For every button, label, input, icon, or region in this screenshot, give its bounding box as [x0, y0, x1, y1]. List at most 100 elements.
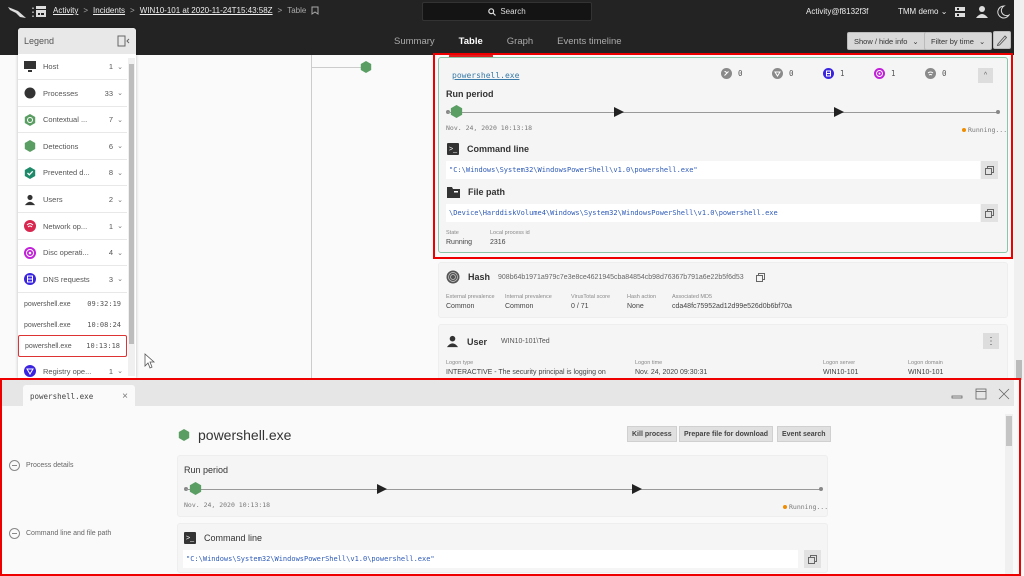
legend-scrollbar[interactable] [128, 58, 135, 376]
host-menu-icon[interactable] [35, 5, 47, 18]
state-field: State Running [446, 230, 472, 246]
process-link[interactable]: powershell.exe [452, 71, 519, 80]
stat-registry[interactable]: 0 [772, 68, 823, 79]
legend-item-count: 1 [108, 62, 113, 71]
field-value: Common [505, 303, 534, 310]
collapse-panel-icon[interactable] [117, 35, 130, 47]
process-node-icon[interactable] [360, 61, 372, 73]
chevron-down-icon[interactable]: ⌄ [113, 142, 127, 150]
timeline-arrow-icon [834, 107, 844, 117]
dark-mode-icon[interactable] [996, 5, 1010, 19]
legend-item-prevented-d[interactable]: Prevented d... 8 ⌄ [18, 160, 127, 187]
scrollbar-thumb[interactable] [129, 64, 134, 344]
search-button[interactable]: Search [422, 2, 592, 21]
bookmark-icon[interactable] [311, 6, 319, 15]
hash-field: Internal prevalence Common [505, 294, 552, 310]
legend-item-label: DNS requests [43, 274, 90, 284]
account-name[interactable]: Activity@f8132f3f [806, 7, 868, 16]
legend-item-users[interactable]: Users 2 ⌄ [18, 187, 127, 213]
copy-file-path-button[interactable] [981, 204, 998, 222]
chevron-down-icon[interactable]: ⌄ [113, 367, 127, 375]
field-label: Associated MD5 [672, 294, 713, 300]
chevron-down-icon[interactable]: ⌄ [113, 196, 127, 204]
command-line-value[interactable]: "C:\Windows\System32\WindowsPowerShell\v… [446, 161, 980, 179]
stat-disc[interactable]: 1 [874, 68, 925, 79]
scrollbar-thumb[interactable] [1016, 360, 1022, 380]
pid-label: Local process id [490, 230, 530, 236]
legend-process-item[interactable]: powershell.exe 10:08:24 [18, 314, 127, 336]
chevron-down-icon[interactable]: ⌄ [113, 89, 127, 97]
legend-process-item[interactable]: powershell.exe 09:32:19 [18, 293, 127, 315]
breadcrumb-activity[interactable]: Activity [53, 6, 78, 15]
chevron-down-icon[interactable]: ⌄ [113, 222, 127, 230]
legend-item-network-op[interactable]: Network op... 1 ⌄ [18, 214, 127, 240]
legend-item-processes[interactable]: Processes 33 ⌄ [18, 81, 127, 107]
breadcrumb-incidents[interactable]: Incidents [93, 6, 125, 15]
field-label: Logon domain [908, 360, 943, 366]
legend-item-disc-operati[interactable]: Disc operati... 4 ⌄ [18, 240, 127, 267]
pid-value: 2316 [490, 239, 506, 246]
process-name: powershell.exe [24, 321, 71, 329]
copy-command-line-button[interactable] [981, 161, 998, 179]
legend-item-contextual[interactable]: Contextual ... 7 ⌄ [18, 107, 127, 134]
filter-by-time-button[interactable]: Filter by time ⌄ [924, 32, 993, 50]
stat-dns[interactable]: 1 [823, 68, 874, 79]
copy-hash-icon[interactable] [755, 272, 765, 282]
stat-network[interactable]: 0 [721, 68, 772, 79]
process-time: 10:08:24 [87, 321, 121, 329]
legend-item-label: Processes [43, 88, 79, 98]
process-time: 09:32:19 [87, 300, 121, 308]
field-label: Logon server [823, 360, 856, 366]
tenant-selector[interactable]: TMM demo ⌄ [898, 7, 947, 16]
chevron-down-icon[interactable]: ⌄ [113, 275, 127, 283]
legend-item-host[interactable]: Host 1 ⌄ [18, 54, 127, 80]
breadcrumb-incident[interactable]: WIN10-101 at 2020-11-24T15:43:58Z [140, 6, 273, 15]
graph-edge [311, 55, 312, 380]
user-menu-button[interactable]: ⋮ [983, 333, 999, 349]
user-header: User WIN10-101\Ted [446, 335, 550, 348]
command-line-title: Command line [467, 144, 530, 154]
collapse-button[interactable]: ^ [978, 68, 993, 83]
breadcrumb-separator: > [130, 6, 135, 15]
detection-icon [24, 140, 36, 153]
network-op-icon [925, 68, 936, 79]
field-label: Logon time [635, 360, 663, 366]
chevron-down-icon[interactable]: ⌄ [113, 249, 127, 257]
legend-item-dns-requests[interactable]: DNS requests 3 ⌄ [18, 267, 127, 293]
timeline-end-dot [996, 110, 1000, 114]
user-card: User WIN10-101\Ted ⋮ Logon type INTERACTI… [438, 324, 1008, 380]
main-scrollbar[interactable] [1014, 0, 1024, 380]
state-value: Running [446, 239, 473, 246]
user-profile-icon[interactable] [975, 5, 989, 19]
server-icon[interactable] [953, 5, 967, 19]
edit-button[interactable] [993, 31, 1011, 49]
hash-field: Hash action None [627, 294, 656, 310]
stat-value: 1 [891, 69, 896, 78]
search-label: Search [500, 7, 526, 16]
process-stats: 0 0 1 1 0 [721, 68, 976, 79]
legend-item-count: 1 [108, 366, 113, 376]
highlight-frame [0, 378, 1021, 576]
legend-item-count: 7 [108, 115, 113, 125]
legend-item-label: Contextual ... [43, 115, 88, 125]
falcon-logo-icon[interactable] [8, 5, 26, 19]
hash-field: VirusTotal score 0 / 71 [571, 294, 610, 310]
show-hide-info-button[interactable]: Show / hide info ⌄ [847, 32, 926, 50]
chevron-down-icon[interactable]: ⌄ [113, 116, 127, 124]
mouse-cursor-icon [144, 353, 156, 369]
file-path-value[interactable]: \Device\HarddiskVolume4\Windows\System32… [446, 204, 980, 222]
stat-value: 0 [738, 69, 743, 78]
field-value: Nov. 24, 2020 09:30:31 [635, 369, 708, 376]
chevron-down-icon[interactable]: ⌄ [113, 169, 127, 177]
legend-item-detections[interactable]: Detections 6 ⌄ [18, 134, 127, 160]
breadcrumb-current: Table [287, 6, 307, 15]
breadcrumb-separator: > [83, 6, 89, 15]
stat-network-op[interactable]: 0 [925, 68, 976, 79]
user-icon [24, 194, 36, 206]
field-label: VirusTotal score [571, 294, 611, 300]
legend-process-item[interactable]: powershell.exe 10:13:18 [18, 335, 127, 357]
chevron-down-icon[interactable]: ⌄ [113, 63, 127, 71]
hash-card: Hash 908b64b1971a979c7e3e8ce4621945cba84… [438, 262, 1008, 318]
legend-item-label: Prevented d... [43, 168, 90, 178]
filter-by-time-label: Filter by time [931, 36, 974, 46]
